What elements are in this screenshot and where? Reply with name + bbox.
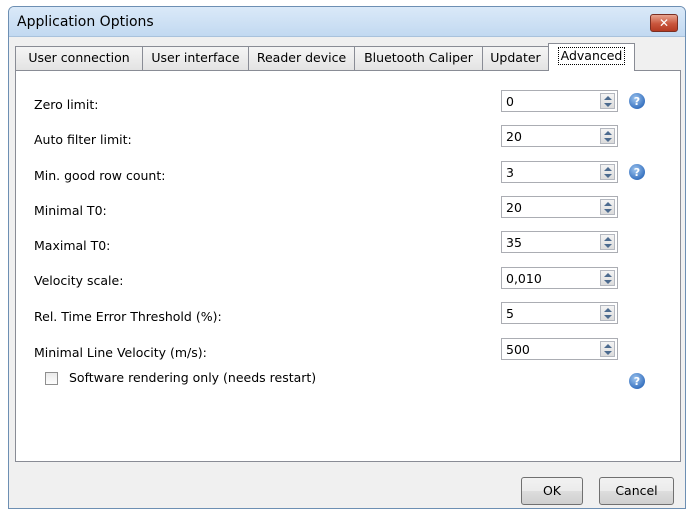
cancel-button[interactable]: Cancel xyxy=(599,477,674,505)
min-good-row-count-value: 3 xyxy=(506,165,514,180)
spin-down-icon xyxy=(604,138,612,142)
tab-user-connection[interactable]: User connection xyxy=(15,46,143,70)
velocity-scale-label: Velocity scale: xyxy=(34,273,124,288)
minimal-t0-spinner[interactable]: 20 xyxy=(501,196,618,218)
tab-updater[interactable]: Updater xyxy=(482,46,549,70)
spin-down-icon xyxy=(604,209,612,213)
maximal-t0-value: 35 xyxy=(506,235,522,250)
title-bar: Application Options ✕ xyxy=(9,7,685,37)
spin-down-icon xyxy=(604,244,612,248)
zero-limit-spinner[interactable]: 0 xyxy=(501,90,618,112)
zero-limit-label: Zero limit: xyxy=(34,97,99,112)
min-good-row-count-spinner[interactable]: 3 xyxy=(501,161,618,183)
spin-down-icon xyxy=(604,174,612,178)
spin-up-icon xyxy=(604,237,612,241)
spinner-arrows[interactable] xyxy=(600,93,615,109)
spinner-arrows[interactable] xyxy=(600,305,615,321)
rel-time-error-threshold-spinner[interactable]: 5 xyxy=(501,302,618,324)
maximal-t0-label: Maximal T0: xyxy=(34,238,111,253)
spinner-arrows[interactable] xyxy=(600,128,615,144)
auto-filter-limit-spinner[interactable]: 20 xyxy=(501,125,618,147)
tab-user-interface[interactable]: User interface xyxy=(142,46,249,70)
rel-time-error-threshold-label: Rel. Time Error Threshold (%): xyxy=(34,309,222,324)
tab-label: Advanced xyxy=(557,47,626,65)
min-good-row-count-label: Min. good row count: xyxy=(34,168,166,183)
spinner-arrows[interactable] xyxy=(600,164,615,180)
auto-filter-limit-value: 20 xyxy=(506,129,522,144)
spin-down-icon xyxy=(604,315,612,319)
close-button[interactable]: ✕ xyxy=(650,14,678,32)
close-icon: ✕ xyxy=(658,16,670,30)
spin-up-icon xyxy=(604,167,612,171)
velocity-scale-spinner[interactable]: 0,010 xyxy=(501,267,618,289)
maximal-t0-spinner[interactable]: 35 xyxy=(501,231,618,253)
zero-limit-value: 0 xyxy=(506,94,514,109)
software-rendering-checkbox[interactable] xyxy=(45,372,58,385)
application-options-dialog: Application Options ✕ User connection Us… xyxy=(8,6,686,509)
auto-filter-limit-label: Auto filter limit: xyxy=(34,132,132,147)
minimal-line-velocity-spinner[interactable]: 500 xyxy=(501,338,618,360)
tab-reader-device[interactable]: Reader device xyxy=(248,46,355,70)
minimal-t0-label: Minimal T0: xyxy=(34,203,107,218)
minimal-t0-value: 20 xyxy=(506,200,522,215)
tab-label: User connection xyxy=(28,50,130,65)
velocity-scale-value: 0,010 xyxy=(506,271,542,286)
tab-label: User interface xyxy=(151,50,240,65)
tab-label: Bluetooth Caliper xyxy=(364,50,473,65)
minimal-line-velocity-label: Minimal Line Velocity (m/s): xyxy=(34,345,207,360)
spin-up-icon xyxy=(604,308,612,312)
spin-down-icon xyxy=(604,103,612,107)
minimal-line-velocity-value: 500 xyxy=(506,342,530,357)
software-rendering-label[interactable]: Software rendering only (needs restart) xyxy=(69,370,316,385)
ok-button[interactable]: OK xyxy=(521,477,583,505)
spinner-arrows[interactable] xyxy=(600,270,615,286)
spinner-arrows[interactable] xyxy=(600,234,615,250)
spin-up-icon xyxy=(604,131,612,135)
tab-label: Reader device xyxy=(256,50,347,65)
tab-bluetooth-caliper[interactable]: Bluetooth Caliper xyxy=(354,46,483,70)
spinner-arrows[interactable] xyxy=(600,199,615,215)
tab-label: Updater xyxy=(490,50,541,65)
spin-up-icon xyxy=(604,344,612,348)
min-good-row-count-help-icon[interactable]: ? xyxy=(629,164,645,180)
advanced-panel: Zero limit: 0 ? Auto filter limit: 20 Mi… xyxy=(15,70,681,462)
tab-strip: User connection User interface Reader de… xyxy=(15,43,679,71)
window-title: Application Options xyxy=(17,14,154,30)
spin-up-icon xyxy=(604,273,612,277)
spin-down-icon xyxy=(604,280,612,284)
zero-limit-help-icon[interactable]: ? xyxy=(629,93,645,109)
spin-down-icon xyxy=(604,351,612,355)
spinner-arrows[interactable] xyxy=(600,341,615,357)
tab-advanced[interactable]: Advanced xyxy=(548,43,635,71)
software-rendering-help-icon[interactable]: ? xyxy=(629,373,645,389)
rel-time-error-threshold-value: 5 xyxy=(506,306,514,321)
spin-up-icon xyxy=(604,96,612,100)
spin-up-icon xyxy=(604,202,612,206)
